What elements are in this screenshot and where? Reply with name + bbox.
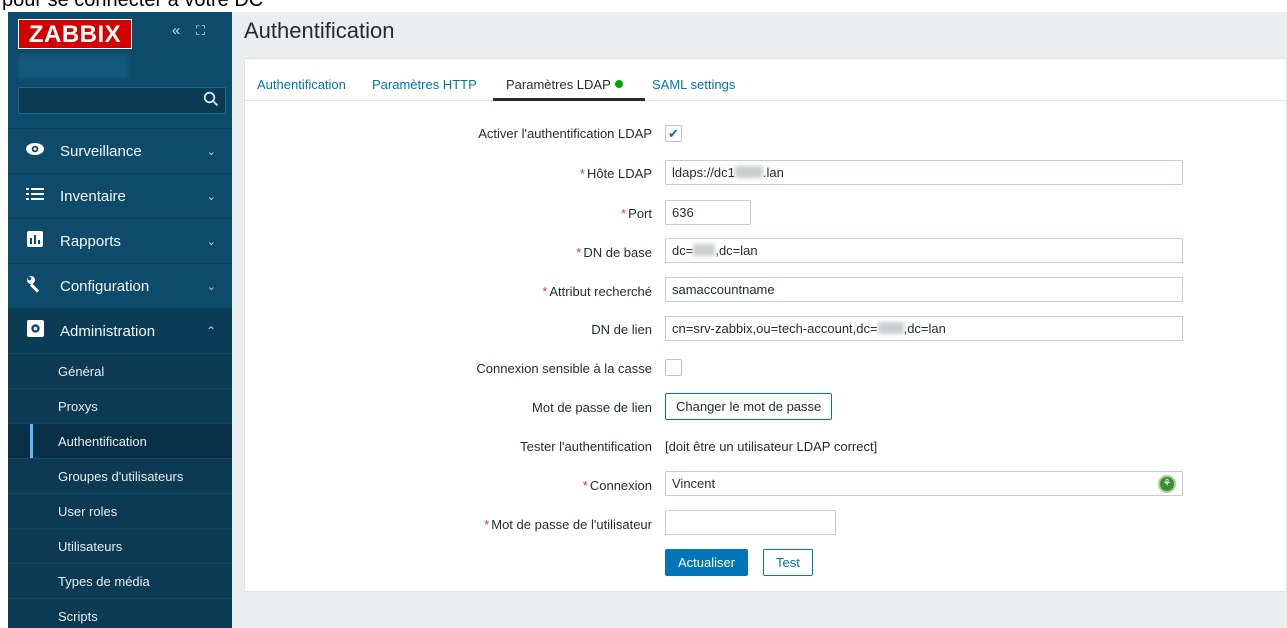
value-prefix: ldaps://dc1 (672, 165, 735, 180)
sidebar-search[interactable] (18, 87, 226, 114)
redacted-text (734, 166, 763, 178)
page-title: Authentification (244, 18, 395, 43)
tab-http-settings[interactable]: Paramètres HTTP (372, 77, 477, 92)
submenu-user-roles[interactable]: User roles (8, 493, 232, 528)
required-mark: * (579, 166, 585, 181)
value-suffix: ,dc=lan (903, 321, 946, 336)
port-input[interactable]: 636 (665, 200, 751, 225)
submenu-user-groups[interactable]: Groupes d'utilisateurs (8, 458, 232, 493)
menu-rapports[interactable]: Rapports ⌄ (8, 218, 232, 263)
submenu-scripts[interactable]: Scripts (8, 598, 232, 628)
status-dot-icon (614, 80, 623, 88)
enable-ldap-label: Activer l'authentification LDAP (478, 126, 652, 141)
sidebar: ZABBIX « ⛶ Surveillance ⌄ Inventaire ⌄ R… (8, 12, 232, 628)
menu-label: Surveillance (60, 142, 142, 160)
update-button[interactable]: Actualiser (665, 549, 749, 576)
tab-bar: Authentification Paramètres HTTP Paramèt… (245, 69, 1287, 101)
top-banner-text: pour se connecter à votre DC (0, 0, 1287, 12)
user-password-input[interactable] (665, 510, 836, 535)
base-dn-label: * DN de base (576, 245, 652, 260)
required-mark: * (582, 478, 588, 493)
left-edge (0, 12, 8, 628)
test-button[interactable]: Test (763, 549, 813, 576)
bind-dn-input[interactable]: cn=srv-zabbix,ou=tech-account,dc= ,dc=lan (665, 316, 1183, 341)
chart-icon (24, 230, 46, 252)
tab-authentification[interactable]: Authentification (257, 77, 346, 92)
required-mark: * (484, 517, 490, 532)
chevron-up-icon: ⌃ (205, 324, 216, 338)
list-icon (24, 186, 46, 206)
eye-icon (24, 141, 46, 161)
required-mark: * (621, 206, 627, 221)
label-text: Mot de passe de l'utilisateur (491, 517, 652, 532)
logo-row: ZABBIX « ⛶ (18, 19, 228, 49)
content-panel: Authentification Paramètres HTTP Paramèt… (244, 58, 1287, 592)
label-text: Hôte LDAP (586, 166, 652, 181)
label-text: Attribut recherché (549, 284, 652, 299)
enable-ldap-checkbox[interactable]: ✔ (665, 125, 682, 142)
label-text: Connexion (589, 478, 652, 493)
bind-dn-label: DN de lien (591, 322, 652, 337)
submenu-proxys[interactable]: Proxys (8, 388, 232, 423)
value-suffix: ,dc=lan (715, 243, 758, 258)
menu-label: Configuration (60, 277, 150, 295)
value-prefix: cn=srv-zabbix,ou=tech-account,dc= (672, 321, 878, 336)
menu-administration[interactable]: Administration ⌃ (8, 308, 232, 353)
kiosk-mode-icon[interactable]: ⛶ (196, 23, 205, 39)
menu-label: Rapports (60, 232, 121, 250)
admin-submenu: Général Proxys Authentification Groupes … (8, 353, 232, 628)
tab-saml-settings[interactable]: SAML settings (652, 77, 735, 92)
case-sensitive-checkbox[interactable] (665, 359, 682, 376)
tab-label: Paramètres LDAP (506, 77, 611, 92)
label-text: DN de base (583, 245, 652, 260)
port-label: * Port (621, 206, 652, 221)
submenu-media-types[interactable]: Types de média (8, 563, 232, 598)
ldap-host-label: * Hôte LDAP (580, 166, 652, 181)
search-input[interactable] (25, 92, 195, 110)
submenu-general[interactable]: Général (8, 353, 232, 388)
search-attribute-input[interactable]: samaccountname (665, 277, 1183, 302)
chevron-down-icon: ⌄ (206, 280, 216, 293)
login-input[interactable]: Vincent ⚘ (665, 471, 1183, 496)
required-mark: * (542, 284, 548, 299)
chevron-down-icon: ⌄ (206, 145, 216, 158)
search-icon[interactable] (203, 91, 219, 112)
main-menu: Surveillance ⌄ Inventaire ⌄ Rapports ⌄ C… (8, 128, 232, 628)
password-manager-icon[interactable]: ⚘ (1158, 475, 1176, 493)
redacted-text (877, 322, 904, 334)
value-text: Vincent (672, 476, 716, 491)
menu-configuration[interactable]: Configuration ⌄ (8, 263, 232, 308)
active-tab-indicator (493, 98, 645, 101)
chevron-down-icon: ⌄ (206, 190, 216, 203)
submenu-users[interactable]: Utilisateurs (8, 528, 232, 563)
value-suffix: .lan (762, 165, 784, 180)
user-password-label: * Mot de passe de l'utilisateur (484, 517, 652, 532)
login-label: * Connexion (583, 478, 652, 493)
menu-label: Administration (60, 322, 156, 340)
collapse-sidebar-icon[interactable]: « (172, 22, 180, 39)
bind-password-label: Mot de passe de lien (532, 400, 652, 415)
value-prefix: dc= (672, 243, 694, 258)
chevron-down-icon: ⌄ (206, 235, 216, 248)
test-auth-label: Tester l'authentification (520, 439, 652, 454)
gear-icon (24, 320, 46, 342)
search-attribute-label: * Attribut recherché (542, 284, 652, 299)
tab-ldap-settings[interactable]: Paramètres LDAP (506, 77, 623, 92)
user-name-blurred (18, 55, 128, 79)
required-mark: * (576, 245, 582, 260)
test-auth-hint: [doit être un utilisateur LDAP correct] (665, 439, 878, 454)
base-dn-input[interactable]: dc= ,dc=lan (665, 238, 1183, 263)
change-password-button[interactable]: Changer le mot de passe (665, 393, 833, 420)
zabbix-logo[interactable]: ZABBIX (18, 19, 132, 49)
label-text: Port (628, 206, 652, 221)
redacted-text (693, 244, 716, 256)
wrench-icon (24, 275, 46, 298)
menu-surveillance[interactable]: Surveillance ⌄ (8, 128, 232, 173)
ldap-host-input[interactable]: ldaps://dc1 .lan (665, 160, 1183, 185)
menu-label: Inventaire (60, 187, 126, 205)
checkmark-icon: ✔ (668, 126, 679, 141)
submenu-authentification[interactable]: Authentification (8, 423, 232, 459)
case-sensitive-label: Connexion sensible à la casse (476, 361, 652, 376)
menu-inventaire[interactable]: Inventaire ⌄ (8, 173, 232, 218)
